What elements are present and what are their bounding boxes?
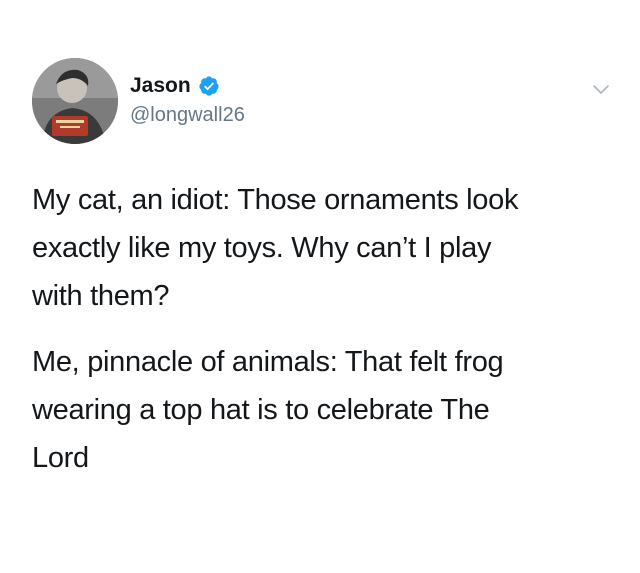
- tweet-card: Jason @longwall26 My cat, an idiot: Thos…: [0, 0, 640, 573]
- chevron-down-icon[interactable]: [590, 78, 612, 100]
- avatar[interactable]: [32, 58, 118, 144]
- tweet-text-paragraph-1: My cat, an idiot: Those ornaments look e…: [32, 184, 519, 312]
- author-handle[interactable]: @longwall26: [130, 104, 245, 127]
- avatar-photo: [32, 58, 118, 144]
- tweet-text-paragraph-2: Me, pinnacle of animals: That felt frog …: [32, 346, 504, 474]
- author-display-name[interactable]: Jason: [130, 74, 191, 98]
- author-name-row: Jason: [130, 72, 220, 100]
- verified-badge-icon: [198, 75, 220, 97]
